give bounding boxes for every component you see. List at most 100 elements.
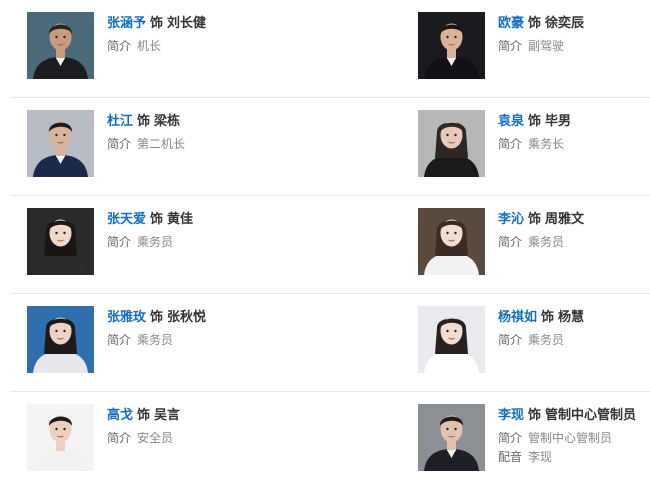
actor-photo[interactable] [418, 12, 485, 79]
info-label: 简介 [107, 235, 132, 249]
cast-name-line: 高戈饰吴言 [107, 406, 180, 424]
portrait-graphic [27, 110, 94, 177]
actor-name-link[interactable]: 张雅玫 [107, 309, 146, 324]
cast-name-line: 欧豪饰徐奕辰 [498, 14, 584, 32]
cast-name-line: 李沁饰周雅文 [498, 210, 584, 228]
info-line: 简介 乘务员 [498, 234, 564, 250]
info-line: 简介 管制中心管制员 [498, 430, 612, 446]
role-name: 刘长健 [167, 15, 207, 30]
portrait-graphic [27, 12, 94, 79]
portrait-graphic [27, 306, 94, 373]
cast-item: 张涵予饰刘长健 简介 机长 [27, 12, 307, 92]
info-label: 简介 [498, 235, 523, 249]
cast-item: 张雅玫饰张秋悦 简介 乘务员 [27, 306, 307, 386]
as-separator: 饰 [137, 113, 151, 128]
info-line: 简介 副驾驶 [498, 38, 564, 54]
role-name: 毕男 [545, 113, 572, 128]
role-name: 黄佳 [167, 211, 194, 226]
cast-name-line: 李现饰管制中心管制员 [498, 406, 636, 424]
cast-name-line: 张天爱饰黄佳 [107, 210, 193, 228]
as-separator: 饰 [137, 407, 151, 422]
info-line: 简介 安全员 [107, 430, 173, 446]
actor-photo[interactable] [27, 306, 94, 373]
portrait-graphic [27, 208, 94, 275]
info-line: 简介 乘务员 [107, 332, 173, 348]
actor-photo[interactable] [418, 306, 485, 373]
info-line: 简介 乘务员 [107, 234, 173, 250]
cast-list: { "cast": [ {"actor": "张涵予", "sep": "饰",… [0, 0, 650, 486]
actor-photo[interactable] [27, 208, 94, 275]
actor-name-link[interactable]: 高戈 [107, 407, 133, 422]
actor-photo[interactable] [27, 12, 94, 79]
as-separator: 饰 [528, 113, 542, 128]
info-value: 乘务长 [528, 137, 565, 151]
actor-photo[interactable] [418, 404, 485, 471]
info-value: 李现 [528, 450, 553, 464]
info-line: 简介 机长 [107, 38, 161, 54]
info-value: 乘务员 [528, 333, 565, 347]
as-separator: 饰 [150, 211, 164, 226]
info-label: 简介 [107, 137, 132, 151]
row-divider [10, 293, 650, 294]
info-value: 副驾驶 [528, 39, 565, 53]
actor-photo[interactable] [418, 110, 485, 177]
cast-item: 欧豪饰徐奕辰 简介 副驾驶 [418, 12, 650, 92]
actor-name-link[interactable]: 张涵予 [107, 15, 146, 30]
info-line: 简介 第二机长 [107, 136, 185, 152]
info-label: 简介 [498, 431, 523, 445]
actor-name-link[interactable]: 杜江 [107, 113, 133, 128]
as-separator: 饰 [150, 15, 164, 30]
actor-name-link[interactable]: 杨祺如 [498, 309, 537, 324]
cast-item: 杨祺如饰杨慧简介 乘务员 [418, 306, 650, 386]
actor-photo[interactable] [27, 110, 94, 177]
info-value: 机长 [137, 39, 162, 53]
cast-item: 高戈饰吴言简介 安全员 [27, 404, 307, 484]
actor-name-link[interactable]: 张天爱 [107, 211, 146, 226]
info-value: 乘务员 [137, 333, 174, 347]
cast-name-line: 张涵予饰刘长健 [107, 14, 206, 32]
cast-name-line: 杜江饰梁栋 [107, 112, 180, 130]
actor-name-link[interactable]: 欧豪 [498, 15, 524, 30]
info-value: 乘务员 [528, 235, 565, 249]
role-name: 杨慧 [558, 309, 585, 324]
info-label: 简介 [498, 39, 523, 53]
cast-item: 李沁饰周雅文 简介 乘务员 [418, 208, 650, 288]
info-label: 简介 [107, 431, 132, 445]
cast-item: 杜江饰梁栋简介 第二机长 [27, 110, 307, 190]
info-value: 管制中心管制员 [528, 431, 613, 445]
info-line: 简介 乘务长 [498, 136, 564, 152]
portrait-graphic [418, 12, 485, 79]
as-separator: 饰 [528, 211, 542, 226]
actor-name-link[interactable]: 李沁 [498, 211, 524, 226]
info-label: 简介 [107, 39, 132, 53]
cast-name-line: 袁泉饰毕男 [498, 112, 571, 130]
row-divider [10, 195, 650, 196]
portrait-graphic [418, 306, 485, 373]
actor-photo[interactable] [27, 404, 94, 471]
role-name: 徐奕辰 [545, 15, 585, 30]
as-separator: 饰 [541, 309, 555, 324]
info-value: 乘务员 [137, 235, 174, 249]
info-value: 安全员 [137, 431, 174, 445]
role-name: 管制中心管制员 [545, 407, 637, 422]
role-name: 张秋悦 [167, 309, 207, 324]
info-label: 配音 [498, 450, 523, 464]
row-divider [10, 391, 650, 392]
cast-item: 李现饰管制中心管制员 简介 管制中心管制员 配音 李现 [418, 404, 650, 484]
info-label: 简介 [498, 333, 523, 347]
portrait-graphic [27, 404, 94, 471]
actor-name-link[interactable]: 李现 [498, 407, 524, 422]
as-separator: 饰 [528, 15, 542, 30]
portrait-graphic [418, 404, 485, 471]
actor-photo[interactable] [418, 208, 485, 275]
info-value: 第二机长 [137, 137, 186, 151]
cast-name-line: 张雅玫饰张秋悦 [107, 308, 206, 326]
actor-name-link[interactable]: 袁泉 [498, 113, 524, 128]
row-divider [10, 97, 650, 98]
info-line: 配音 李现 [498, 449, 552, 465]
info-label: 简介 [498, 137, 523, 151]
role-name: 梁栋 [154, 113, 181, 128]
info-line: 简介 乘务员 [498, 332, 564, 348]
cast-item: 袁泉饰毕男简介 乘务长 [418, 110, 650, 190]
portrait-graphic [418, 208, 485, 275]
